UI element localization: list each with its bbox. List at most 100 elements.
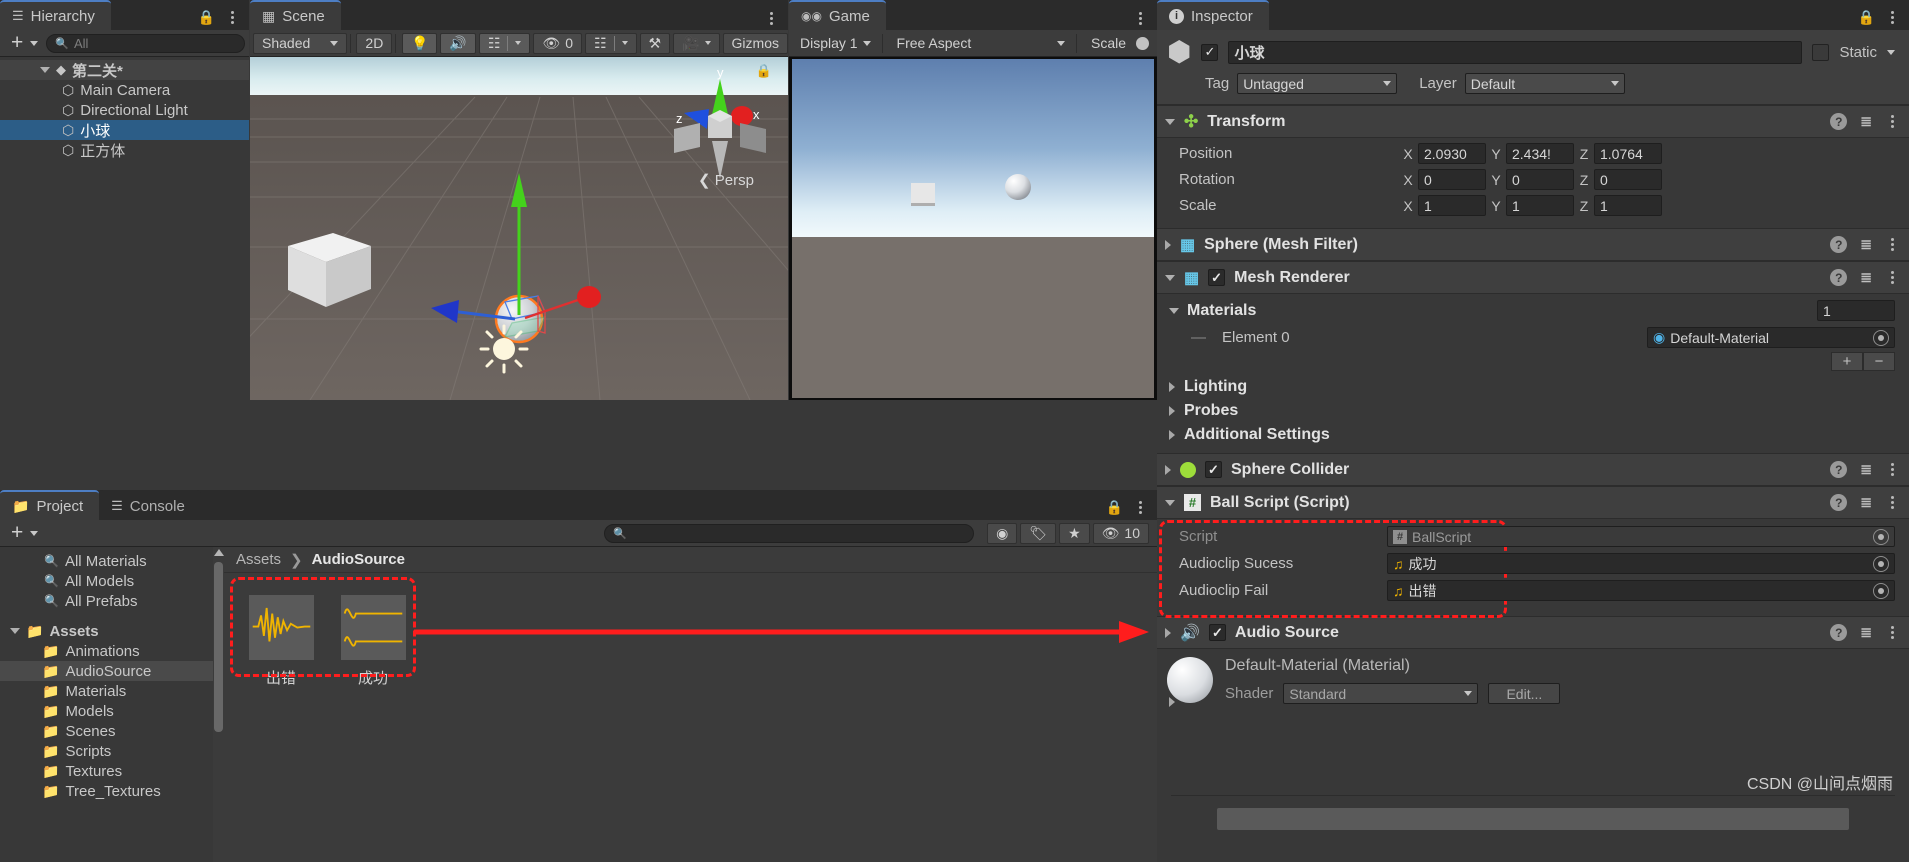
tab-hierarchy[interactable]: ☰ Hierarchy	[0, 0, 111, 30]
chevron-right-icon[interactable]	[1169, 406, 1175, 416]
chevron-down-icon[interactable]	[1165, 499, 1175, 506]
shader-dropdown[interactable]: Standard	[1283, 683, 1479, 704]
favorites-button[interactable]: ★	[1059, 522, 1090, 544]
lock-icon[interactable]: 🔒	[198, 9, 215, 26]
chevron-right-icon[interactable]	[1165, 627, 1171, 638]
filter-by-type-button[interactable]: ◉	[987, 522, 1018, 544]
component-header-ball-script[interactable]: # Ball Script (Script) ? ≣	[1157, 486, 1909, 519]
chevron-down-icon[interactable]	[1165, 274, 1175, 281]
breadcrumb-item-assets[interactable]: Assets	[236, 551, 281, 568]
add-gameobject-button[interactable]: +	[3, 32, 46, 54]
hierarchy-scene-row[interactable]: ◆ 第二关*	[0, 60, 249, 80]
lock-icon[interactable]: 🔒	[1106, 499, 1123, 516]
shader-edit-button[interactable]: Edit...	[1488, 683, 1561, 704]
component-menu-icon[interactable]	[1885, 625, 1899, 641]
project-tree-item-6[interactable]: 📁 Scenes	[0, 721, 224, 741]
help-icon[interactable]: ?	[1830, 624, 1848, 641]
project-tree-scrollbar[interactable]	[213, 547, 224, 862]
project-search-input[interactable]: 🔍	[604, 523, 975, 543]
project-tree-item-5[interactable]: 📁 Models	[0, 701, 224, 721]
project-filter-2[interactable]: 🔍 All Models	[0, 571, 224, 591]
asset-item[interactable]: 成功	[338, 595, 408, 688]
lock-icon[interactable]: 🔒	[1858, 9, 1875, 26]
component-menu-icon[interactable]	[1885, 237, 1899, 253]
scene-camera-dropdown[interactable]: 🎥	[673, 32, 720, 54]
component-menu-icon[interactable]	[1885, 495, 1899, 511]
chevron-right-icon[interactable]	[1169, 382, 1175, 392]
scene-fx-dropdown[interactable]: ☷	[478, 32, 531, 54]
asset-item[interactable]: 出错	[246, 595, 316, 688]
preset-icon[interactable]: ≣	[1860, 494, 1872, 511]
preset-icon[interactable]: ≣	[1860, 624, 1872, 641]
transform-position-z-input[interactable]: 1.0764	[1594, 143, 1662, 164]
chevron-down-icon[interactable]	[1169, 307, 1179, 314]
chevron-down-icon[interactable]	[1165, 118, 1175, 125]
project-filter-3[interactable]: 🔍 All Prefabs	[0, 591, 224, 611]
transform-position-y-input[interactable]: 2.434!	[1506, 143, 1574, 164]
sphere-collider-enabled-checkbox[interactable]: ✓	[1205, 461, 1222, 478]
filter-by-label-button[interactable]: 🏷	[1020, 522, 1057, 544]
renderer-foldout-2[interactable]: Probes	[1169, 399, 1895, 423]
component-header-transform[interactable]: ✣ Transform ? ≣	[1157, 105, 1909, 138]
component-header-audio-source[interactable]: 🔊 ✓ Audio Source ? ≣	[1157, 616, 1909, 649]
project-visibility-toggle[interactable]: 👁 10	[1092, 522, 1149, 544]
transform-scale-x-input[interactable]: 1	[1418, 195, 1486, 216]
gameobject-enabled-checkbox[interactable]: ✓	[1201, 43, 1219, 61]
transform-rotation-x-input[interactable]: 0	[1418, 169, 1486, 190]
tab-game[interactable]: ◉◉ Game	[789, 0, 886, 30]
project-tree-item-9[interactable]: 📁 Tree_Textures	[0, 781, 224, 801]
transform-scale-z-input[interactable]: 1	[1594, 195, 1662, 216]
drag-handle-icon[interactable]: —	[1191, 329, 1206, 346]
preset-icon[interactable]: ≣	[1860, 113, 1872, 130]
gameobject-name-input[interactable]: 小球	[1228, 40, 1803, 64]
help-icon[interactable]: ?	[1830, 494, 1848, 511]
layer-dropdown[interactable]: Default	[1464, 73, 1625, 94]
project-tree-item-8[interactable]: 📁 Textures	[0, 761, 224, 781]
component-menu-icon[interactable]	[1885, 114, 1899, 130]
project-tree-item-1[interactable]: 📁 Assets	[0, 621, 224, 641]
hierarchy-search-input[interactable]: 🔍 All	[46, 33, 245, 53]
aspect-dropdown[interactable]: Free Aspect	[889, 33, 1074, 54]
project-tree-item-2[interactable]: 📁 Animations	[0, 641, 224, 661]
shading-mode-dropdown[interactable]: Shaded	[253, 32, 347, 54]
project-menu-icon[interactable]	[1133, 500, 1147, 516]
tab-console[interactable]: ☰ Console	[99, 490, 201, 520]
add-component-button[interactable]	[1217, 808, 1849, 830]
chevron-right-icon[interactable]	[1169, 697, 1175, 707]
project-filter-1[interactable]: 🔍 All Materials	[0, 551, 224, 571]
renderer-foldout-1[interactable]: Lighting	[1169, 375, 1895, 399]
scene-tools-button[interactable]: ⚒	[639, 32, 671, 54]
component-menu-icon[interactable]	[1885, 270, 1899, 286]
toggle-2d-button[interactable]: 2D	[356, 32, 393, 54]
project-tree-item-4[interactable]: 📁 Materials	[0, 681, 224, 701]
tag-dropdown[interactable]: Untagged	[1237, 73, 1398, 94]
inspector-menu-icon[interactable]	[1885, 10, 1899, 26]
preset-icon[interactable]: ≣	[1860, 461, 1872, 478]
game-menu-icon[interactable]	[1133, 10, 1147, 26]
component-header-sphere-collider[interactable]: ✓ Sphere Collider ? ≣	[1157, 453, 1909, 486]
materials-count-input[interactable]: 1	[1817, 300, 1895, 321]
transform-rotation-z-input[interactable]: 0	[1594, 169, 1662, 190]
object-picker-icon[interactable]	[1873, 582, 1889, 599]
hierarchy-menu-icon[interactable]	[225, 10, 239, 26]
material-object-field[interactable]: ◉ Default-Material	[1647, 327, 1895, 348]
component-header-mesh-renderer[interactable]: ▦ ✓ Mesh Renderer ? ≣	[1157, 261, 1909, 294]
chevron-down-icon[interactable]	[40, 67, 50, 73]
lock-icon[interactable]: 🔒	[756, 63, 772, 79]
chevron-right-icon[interactable]	[1165, 464, 1171, 475]
transform-scale-y-input[interactable]: 1	[1506, 195, 1574, 216]
component-menu-icon[interactable]	[1885, 462, 1899, 478]
project-tree-item-3[interactable]: 📁 AudioSource	[0, 661, 224, 681]
hierarchy-item-1[interactable]: ⬡ Main Camera	[0, 80, 249, 100]
scene-grid-dropdown[interactable]: ☷	[584, 32, 637, 54]
chevron-down-icon[interactable]	[10, 628, 20, 634]
audio-source-enabled-checkbox[interactable]: ✓	[1208, 624, 1226, 641]
help-icon[interactable]: ?	[1830, 269, 1848, 286]
transform-rotation-y-input[interactable]: 0	[1506, 169, 1574, 190]
tab-inspector[interactable]: i Inspector	[1157, 0, 1269, 30]
preset-icon[interactable]: ≣	[1860, 269, 1872, 286]
object-picker-icon[interactable]	[1873, 555, 1889, 572]
gizmos-dropdown[interactable]: Gizmos	[722, 32, 788, 54]
component-header-mesh-filter[interactable]: ▦ Sphere (Mesh Filter) ? ≣	[1157, 228, 1909, 261]
hierarchy-item-3[interactable]: ⬡ 小球	[0, 120, 249, 140]
